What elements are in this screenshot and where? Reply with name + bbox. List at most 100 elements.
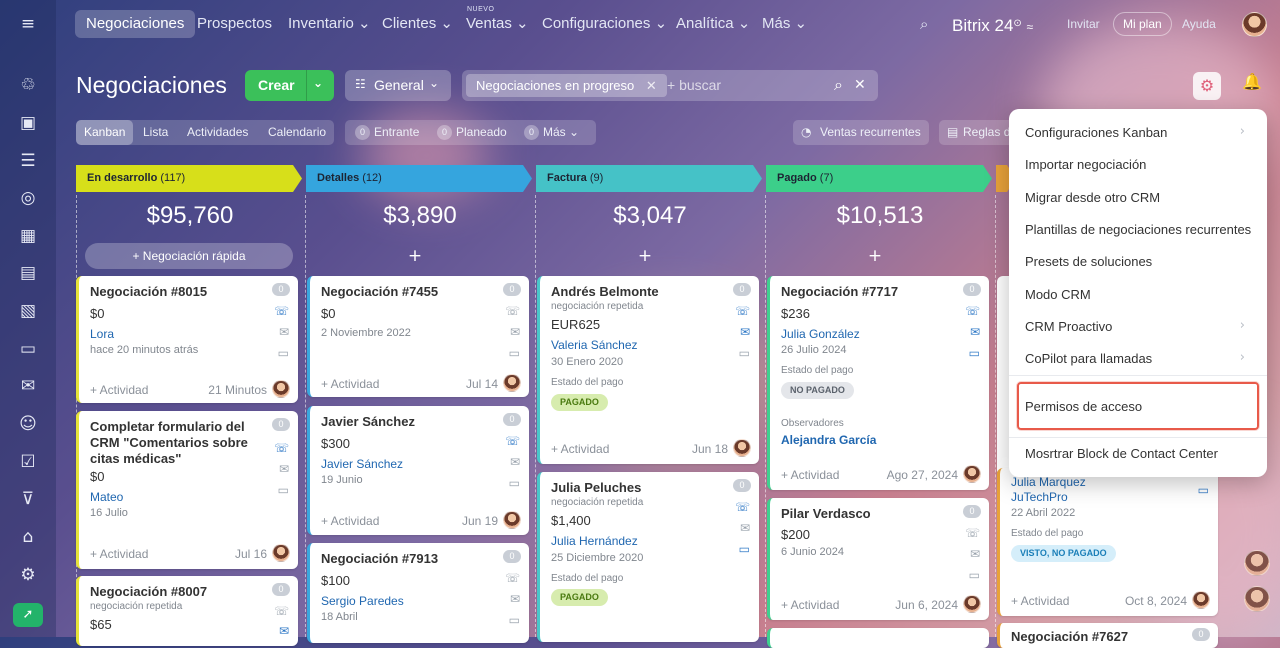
card-title[interactable]: Negociación #8015 [90,284,258,300]
card-title[interactable]: Negociación #7455 [321,284,489,300]
menu-item-contact-center[interactable]: Mosrtrar Block de Contact Center [1025,446,1218,461]
menu-item-importar[interactable]: Importar negociación [1025,157,1146,172]
hamburger-menu-icon[interactable]: ≡ [17,13,39,35]
phone-icon[interactable]: ☏ [735,500,750,514]
deal-card[interactable]: Completar formulario del CRM "Comentario… [76,411,298,569]
avatar[interactable] [963,465,981,483]
deal-card[interactable]: Negociación #7455 0 $0 2 Noviembre 2022 … [307,276,529,397]
menu-item-migrar[interactable]: Migrar desde otro CRM [1025,190,1160,205]
mail-icon[interactable]: ✉ [279,624,289,638]
rocket-icon[interactable]: ➚ [13,603,43,627]
avatar[interactable] [733,439,751,457]
chat-icon[interactable]: ▭ [969,568,980,582]
chat-icon[interactable]: ▭ [509,346,520,360]
messenger-icon[interactable]: ▣ [17,112,39,134]
add-deal-button[interactable]: + [765,246,985,266]
observer-link[interactable]: Alejandra García [781,433,876,447]
phone-icon[interactable]: ☏ [965,304,980,318]
clear-icon[interactable]: ✕ [854,76,866,93]
deal-card[interactable]: Javier Sánchez 0 $300 Javier Sánchez 19 … [307,406,529,535]
my-plan-button[interactable]: Mi plan [1113,12,1172,36]
chat-icon[interactable]: ▭ [969,346,980,360]
avatar[interactable] [272,380,290,398]
card-contact[interactable]: Valeria Sánchez [551,338,638,352]
contacts-icon[interactable]: ☺ [17,413,39,435]
drive-icon[interactable]: ▭ [17,338,39,360]
deal-card[interactable]: Negociación #8007 0 negociación repetida… [76,576,298,646]
chat-icon[interactable]: ▭ [278,483,289,497]
card-contact[interactable]: Javier Sánchez [321,457,403,471]
column-header-detalles[interactable]: Detalles (12) [306,165,532,192]
recurring-sales-button[interactable]: ◔ Ventas recurrentes [793,120,929,145]
search-icon[interactable]: ⌕ [920,10,928,38]
phone-icon[interactable]: ☏ [274,604,289,618]
deal-card[interactable] [767,628,989,648]
avatar[interactable] [503,511,521,529]
tab-actividades[interactable]: Actividades [179,120,256,145]
add-deal-button[interactable]: + [535,246,755,266]
calendar-icon[interactable]: ▦ [17,225,39,247]
mail-icon[interactable]: ✉ [279,325,289,339]
add-deal-button[interactable]: + [305,246,525,266]
nav-prospectos[interactable]: Prospectos [197,10,272,38]
counter-mas[interactable]: 0 Más ⌄ [524,120,579,145]
nav-configuraciones[interactable]: Configuraciones ⌄ [542,10,667,38]
mail-icon[interactable]: ✉ [740,521,750,535]
nav-negociaciones[interactable]: Negociaciones [75,10,196,38]
avatar[interactable] [503,374,521,392]
help-link[interactable]: Ayuda [1182,10,1216,38]
chat-icon[interactable]: ▭ [739,346,750,360]
bell-icon[interactable]: 🔔 [1242,72,1262,91]
deal-card[interactable]: Negociación #7627 0 [997,623,1218,648]
nav-analitica[interactable]: Analítica ⌄ [676,10,750,38]
chevron-down-icon[interactable]: ⌄ [313,76,323,90]
general-pipeline-button[interactable]: ☷ General ⌄ [345,70,451,101]
tasks-icon[interactable]: ☰ [17,150,39,172]
nav-inventario[interactable]: Inventario ⌄ [288,10,371,38]
card-contact[interactable]: Mateo [90,490,123,504]
crm-icon[interactable]: ◎ [17,187,39,209]
mail-icon[interactable]: ✉ [17,375,39,397]
card-contact[interactable]: Julia Hernández [551,534,638,548]
close-icon[interactable]: ✕ [646,78,657,93]
quick-deal-button[interactable]: + Negociación rápida [85,243,293,269]
chat-icon[interactable]: ▭ [278,346,289,360]
chat-icon[interactable]: ▭ [739,542,750,556]
column-header-factura[interactable]: Factura (9) [536,165,762,192]
tab-calendario[interactable]: Calendario [260,120,334,145]
phone-icon[interactable]: ☏ [505,571,520,585]
create-button[interactable]: Crear ⌄ [245,70,334,101]
phone-icon[interactable]: ☏ [505,434,520,448]
add-activity-link[interactable]: + Actividad [90,547,148,561]
menu-item-plantillas[interactable]: Plantillas de negociaciones recurrentes [1025,222,1251,237]
add-activity-link[interactable]: + Actividad [321,377,379,391]
robot-icon[interactable]: ⌂ [17,526,39,548]
add-activity-link[interactable]: + Actividad [321,514,379,528]
brand-logo[interactable]: Bitrix 24⊙ ≈ [952,10,1033,38]
nav-ventas[interactable]: Ventas ⌄ [466,10,529,38]
add-activity-link[interactable]: + Actividad [781,598,839,612]
card-title[interactable]: Andrés Belmonte [551,284,719,300]
avatar[interactable] [1244,586,1270,612]
avatar[interactable] [272,544,290,562]
sites-icon[interactable]: ▧ [17,300,39,322]
deal-card[interactable]: Julia Peluches 0 negociación repetida $1… [537,472,759,642]
card-contact[interactable]: Lora [90,327,114,341]
mail-icon[interactable]: ✉ [510,455,520,469]
mail-icon[interactable]: ✉ [970,325,980,339]
feed-icon[interactable]: ♲ [17,74,39,96]
avatar[interactable] [1244,550,1270,576]
menu-item-crm-proactivo[interactable]: CRM Proactivo [1025,319,1112,334]
avatar[interactable] [1192,591,1210,609]
phone-icon[interactable]: ☏ [274,441,289,455]
deal-card[interactable]: Julia Marquez JuTechPro 22 Abril 2022 Es… [997,468,1218,616]
rules-button[interactable]: ▤ Reglas d [939,120,1009,145]
search-icon[interactable]: ⌕ [834,75,843,95]
avatar[interactable] [963,595,981,613]
add-activity-link[interactable]: + Actividad [90,383,148,397]
invite-link[interactable]: Invitar [1067,10,1100,38]
card-contact[interactable]: Julia González [781,327,860,341]
phone-icon[interactable]: ☏ [274,304,289,318]
create-label[interactable]: Crear [258,77,295,93]
counter-planeado[interactable]: 0 Planeado [437,120,507,145]
